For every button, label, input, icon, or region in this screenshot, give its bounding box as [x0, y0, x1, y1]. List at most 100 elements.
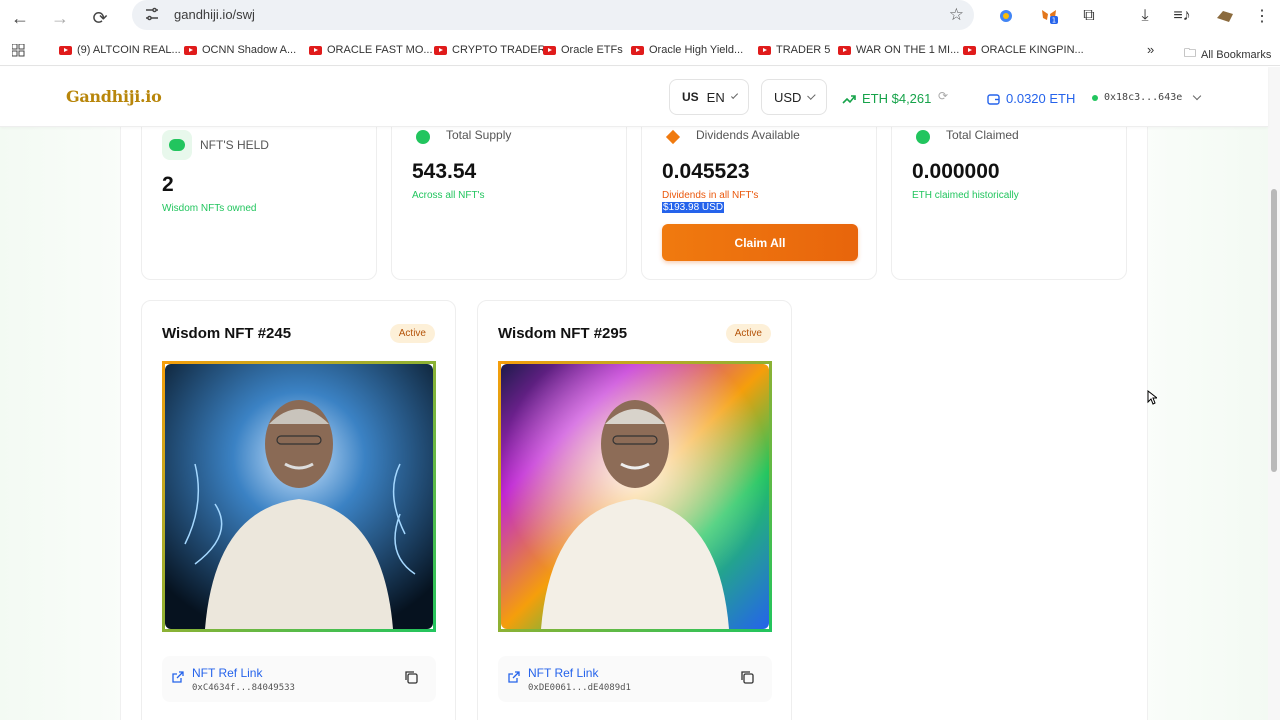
all-bookmarks-button[interactable]: 🗀 All Bookmarks: [1184, 44, 1271, 65]
connected-dot-icon: [1092, 94, 1098, 101]
bookmark-item[interactable]: OCNN Shadow A...: [184, 44, 296, 56]
stat-label: Dividends Available: [696, 128, 800, 142]
page-body: NFT'S HELD 2 Wisdom NFTs owned Total Sup…: [0, 127, 1268, 720]
forward-icon[interactable]: →: [46, 4, 74, 32]
diamond-icon: [665, 129, 681, 145]
download-icon[interactable]: ⤓: [1133, 4, 1157, 28]
language-label: EN: [706, 89, 725, 105]
ref-link-box: NFT Ref Link 0xDE0061...dE4089d1: [498, 656, 772, 702]
wallet-icon: [987, 93, 1000, 105]
page-scrollbar[interactable]: [1268, 67, 1280, 720]
site-settings-icon[interactable]: [144, 6, 160, 22]
eth-price: ETH $4,261: [842, 91, 931, 106]
stat-card-dividends: Dividends Available 0.045523 Dividends i…: [641, 127, 877, 280]
stat-card-total-claimed: Total Claimed 0.000000 ETH claimed histo…: [891, 127, 1127, 280]
apps-grid-icon[interactable]: [12, 44, 25, 57]
site-logo[interactable]: Gandhiji.io: [66, 87, 162, 106]
mouse-cursor-icon: [1147, 390, 1157, 405]
nft-image[interactable]: [162, 361, 436, 632]
bookmark-item[interactable]: ORACLE KINGPIN...: [963, 44, 1084, 56]
nft-title: Wisdom NFT #245: [162, 325, 292, 342]
bookmark-star-icon[interactable]: ☆: [949, 5, 964, 25]
stat-icon: [908, 127, 938, 152]
external-link-icon[interactable]: [172, 671, 184, 683]
chevron-down-icon: [807, 90, 816, 100]
stat-label: Total Supply: [446, 128, 512, 142]
copy-icon[interactable]: [404, 670, 418, 684]
nft-card: Wisdom NFT #245 Active NFT Ref Link 0xC4…: [141, 300, 456, 720]
scrollbar-thumb[interactable]: [1271, 189, 1277, 472]
youtube-icon: [963, 45, 976, 55]
ref-link-box: NFT Ref Link 0xC4634f...84049533: [162, 656, 436, 702]
bookmark-item[interactable]: CRYPTO TRADER: [434, 44, 546, 56]
bookmarks-overflow-button[interactable]: »: [1147, 42, 1154, 57]
currency-selector[interactable]: USD: [761, 79, 827, 115]
chrome-menu-icon[interactable]: ⋮: [1250, 4, 1274, 28]
stat-icon: [408, 127, 438, 152]
bookmark-item[interactable]: WAR ON THE 1 MI...: [838, 44, 959, 56]
external-link-icon[interactable]: [508, 671, 520, 683]
metamask-extension-icon[interactable]: 1: [1037, 4, 1061, 28]
bookmark-item[interactable]: TRADER 5: [758, 44, 830, 56]
stat-icon: [162, 130, 192, 160]
nft-ref-link[interactable]: NFT Ref Link: [192, 666, 262, 680]
claim-all-button[interactable]: Claim All: [662, 224, 858, 261]
stat-card-total-supply: Total Supply 543.54 Across all NFT's: [391, 127, 627, 280]
browser-toolbar: ← → ⟳ gandhiji.io/swj ☆ 1 ⧉ ⤓ ≡♪ ⋮: [0, 0, 1280, 36]
youtube-icon: [543, 45, 556, 55]
back-icon[interactable]: ←: [6, 4, 34, 32]
bookmark-item[interactable]: Oracle ETFs: [543, 44, 623, 56]
refresh-icon[interactable]: ⟳: [938, 89, 948, 103]
trending-up-icon: [842, 94, 856, 104]
stat-icon: [658, 127, 688, 152]
stat-label: Total Claimed: [946, 128, 1019, 142]
us-flag-icon: US: [682, 90, 699, 104]
stat-label: NFT'S HELD: [200, 138, 269, 152]
bookmark-item[interactable]: ORACLE FAST MO...: [309, 44, 433, 56]
youtube-icon: [838, 45, 851, 55]
svg-text:1: 1: [1052, 17, 1056, 25]
stat-sub: Wisdom NFTs owned: [162, 203, 257, 214]
ref-address: 0xC4634f...84049533: [192, 683, 295, 693]
nft-image[interactable]: [498, 361, 772, 632]
youtube-icon: [434, 45, 447, 55]
chevron-down-icon: [1193, 91, 1202, 100]
youtube-icon: [309, 45, 322, 55]
stat-sub: Across all NFT's: [412, 190, 485, 201]
stat-value: 0.000000: [912, 160, 1000, 183]
nft-title: Wisdom NFT #295: [498, 325, 628, 342]
claimed-dot-icon: [916, 130, 930, 144]
wallet-address-button[interactable]: 0x18c3...643e: [1092, 91, 1202, 103]
language-selector[interactable]: US EN: [669, 79, 749, 115]
bookmarks-bar: (9) ALTCOIN REAL... OCNN Shadow A... ORA…: [0, 36, 1280, 66]
profile-avatar-icon[interactable]: [1213, 4, 1237, 28]
extension-color-icon[interactable]: [994, 4, 1018, 28]
url-text: gandhiji.io/swj: [174, 7, 255, 22]
copy-icon[interactable]: [740, 670, 754, 684]
stat-value: 0.045523: [662, 160, 750, 183]
nft-ref-link[interactable]: NFT Ref Link: [528, 666, 598, 680]
stat-sub: ETH claimed historically: [912, 190, 1019, 201]
reload-icon[interactable]: ⟳: [86, 4, 114, 32]
wallet-balance: 0.0320 ETH: [987, 91, 1075, 106]
bookmark-item[interactable]: (9) ALTCOIN REAL...: [59, 44, 181, 56]
youtube-icon: [631, 45, 644, 55]
nft-icon: [169, 139, 185, 151]
bookmark-item[interactable]: Oracle High Yield...: [631, 44, 743, 56]
stat-sub: Dividends in all NFT's: [662, 190, 759, 201]
currency-label: USD: [774, 89, 802, 105]
dashboard-content: NFT'S HELD 2 Wisdom NFTs owned Total Sup…: [120, 127, 1148, 720]
stat-card-nfts-held: NFT'S HELD 2 Wisdom NFTs owned: [141, 127, 377, 280]
ref-address: 0xDE0061...dE4089d1: [528, 683, 631, 693]
stat-value: 543.54: [412, 160, 477, 183]
address-bar[interactable]: gandhiji.io/swj ☆: [132, 0, 974, 30]
nft-card: Wisdom NFT #295 Active NFT Ref Link 0xDE…: [477, 300, 792, 720]
youtube-icon: [184, 45, 197, 55]
extensions-puzzle-icon[interactable]: ⧉: [1077, 4, 1101, 28]
site-header: Gandhiji.io US EN USD ETH $4,261 ⟳ 0.032…: [0, 67, 1268, 127]
folder-icon: 🗀: [1184, 46, 1197, 60]
media-control-icon[interactable]: ≡♪: [1170, 4, 1194, 28]
supply-dot-icon: [416, 130, 430, 144]
dividends-usd: $193.98 USD: [662, 202, 725, 213]
stat-value: 2: [162, 173, 174, 196]
